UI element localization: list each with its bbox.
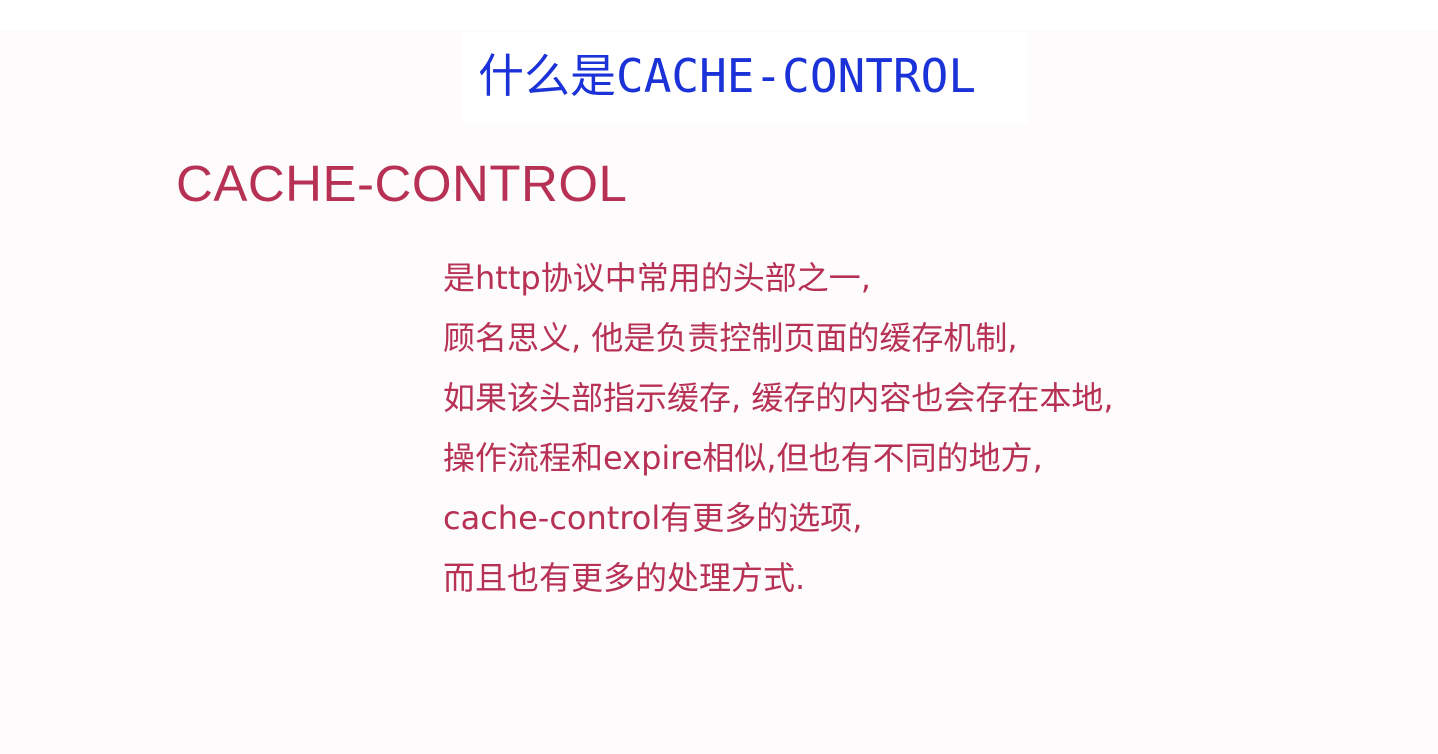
section-heading: CACHE-CONTROL — [176, 155, 628, 212]
slide: 什么是CACHE-CONTROL CACHE-CONTROL 是http协议中常… — [0, 0, 1438, 754]
body-line: 而且也有更多的处理方式. — [443, 559, 806, 597]
body-text: 是http协议中常用的头部之一, 顾名思义, 他是负责控制页面的缓存机制, 如果… — [443, 248, 1114, 608]
page-title: 什么是CACHE-CONTROL — [478, 49, 977, 103]
top-band — [0, 0, 1438, 30]
body-line: 操作流程和expire相似,但也有不同的地方, — [443, 439, 1043, 477]
body-line: 顾名思义, 他是负责控制页面的缓存机制, — [443, 319, 1018, 357]
body-line: cache-control有更多的选项, — [443, 499, 863, 537]
body-line: 是http协议中常用的头部之一, — [443, 259, 871, 297]
body-line: 如果该头部指示缓存, 缓存的内容也会存在本地, — [443, 379, 1114, 417]
